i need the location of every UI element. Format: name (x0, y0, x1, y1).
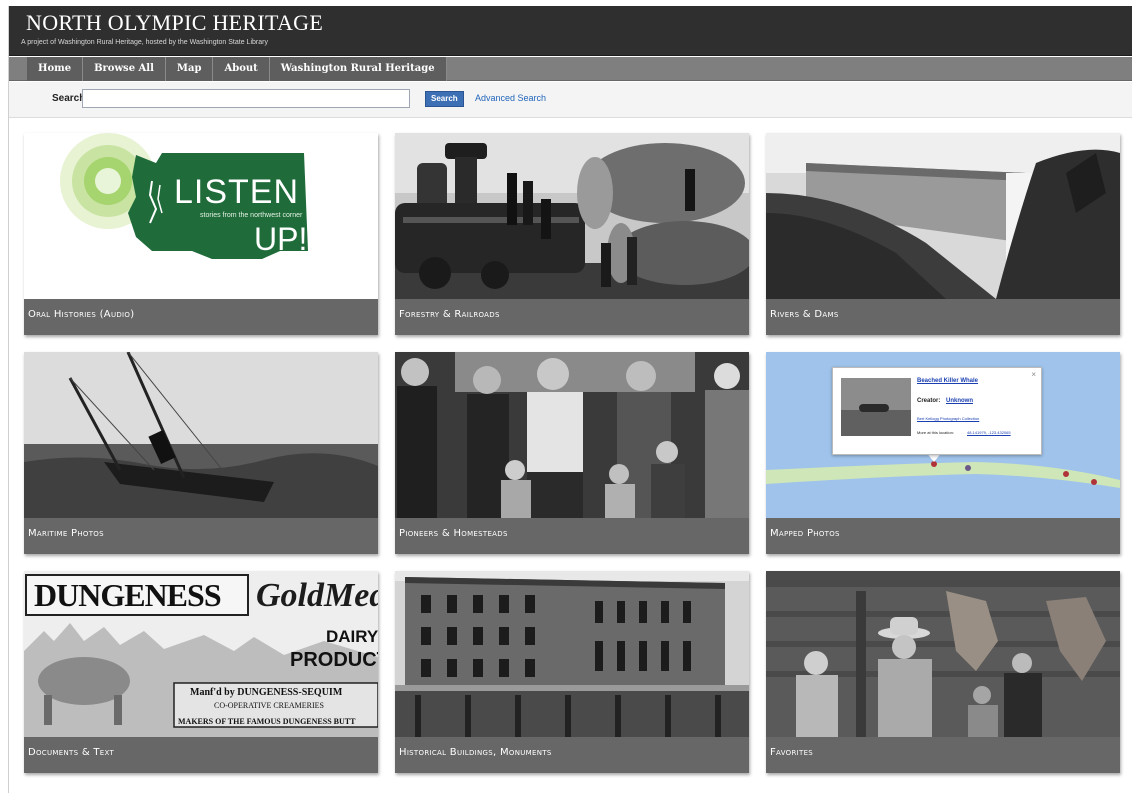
tile-label: Forestry & Railroads (395, 299, 749, 335)
tile-pioneers-homesteads[interactable]: Pioneers & Homesteads (395, 352, 749, 554)
site-header: NORTH OLYMPIC HERITAGE A project of Wash… (9, 6, 1132, 56)
tile-label: Favorites (766, 737, 1120, 773)
tile-maritime-photos[interactable]: Maritime Photos (24, 352, 378, 554)
nav-item-home[interactable]: Home (27, 57, 84, 81)
map-popup: Beached Killer Whale Creator: Unknown Be… (832, 367, 1042, 455)
search-bar: Search Search Advanced Search (9, 82, 1132, 118)
map-popup-creator-label: Creator: (917, 398, 941, 404)
historical-building-photo (395, 571, 749, 737)
tile-rivers-dams[interactable]: Rivers & Dams (766, 133, 1120, 335)
tile-label: Oral Histories (Audio) (24, 299, 378, 335)
nav-item-about[interactable]: About (213, 57, 270, 81)
documents-goldmed-word: GoldMed (256, 577, 378, 614)
map-popup-location-label: More at this location: (917, 430, 954, 435)
map-preview: Beached Killer Whale Creator: Unknown Be… (766, 352, 1120, 518)
up-word: UP! (254, 221, 308, 257)
map-popup-thumbnail (841, 378, 911, 436)
close-icon[interactable]: × (1031, 370, 1036, 379)
documents-makers-line: MAKERS OF THE FAMOUS DUNGENESS BUTT (178, 717, 356, 726)
pioneers-photo (395, 352, 749, 518)
tile-favorites[interactable]: Favorites (766, 571, 1120, 773)
documents-dungeness-word: DUNGENESS (34, 577, 222, 613)
search-label: Search (52, 93, 86, 104)
rivers-dams-photo (766, 133, 1120, 299)
site-title[interactable]: NORTH OLYMPIC HERITAGE (26, 10, 323, 36)
documents-image: DUNGENESS GoldMed DAIRY PRODUCT Manf'd b… (24, 571, 378, 737)
tile-label: Rivers & Dams (766, 299, 1120, 335)
tile-forestry-railroads[interactable]: Forestry & Railroads (395, 133, 749, 335)
listen-word: LISTEN (174, 173, 300, 211)
documents-maker-line: Manf'd by DUNGENESS-SEQUIM (190, 687, 343, 698)
map-popup-title[interactable]: Beached Killer Whale (917, 378, 978, 384)
tile-oral-histories[interactable]: LISTEN stories from the northwest corner… (24, 133, 378, 335)
documents-dairy-line: DAIRY (326, 627, 378, 646)
tile-label: Pioneers & Homesteads (395, 518, 749, 554)
map-popup-collection[interactable]: Bert Kellogg Photograph Collection (917, 416, 979, 421)
tile-mapped-photos[interactable]: Beached Killer Whale Creator: Unknown Be… (766, 352, 1120, 554)
nav-item-map[interactable]: Map (165, 57, 214, 81)
nav-item-washington-rural-heritage[interactable]: Washington Rural Heritage (269, 57, 447, 81)
map-popup-creator-value[interactable]: Unknown (946, 398, 973, 404)
listen-up-logo: LISTEN stories from the northwest corner… (24, 133, 378, 299)
nav-item-browse-all[interactable]: Browse All (83, 57, 166, 81)
forestry-photo (395, 133, 749, 299)
documents-cooperative-line: CO-OPERATIVE CREAMERIES (214, 701, 325, 710)
page: NORTH OLYMPIC HERITAGE A project of Wash… (8, 6, 1132, 793)
advanced-search-link[interactable]: Advanced Search (475, 93, 546, 103)
documents-product-line: PRODUCT (290, 649, 378, 671)
favorites-photo (766, 571, 1120, 737)
search-button[interactable]: Search (425, 91, 464, 107)
listen-tagline: stories from the northwest corner (200, 212, 303, 219)
tile-label: Historical Buildings, Monuments (395, 737, 749, 773)
map-popup-location-value[interactable]: 48.141979, -123.432065 (967, 430, 1011, 435)
site-subtitle: A project of Washington Rural Heritage, … (21, 39, 268, 46)
tile-label: Mapped Photos (766, 518, 1120, 554)
maritime-photo (24, 352, 378, 518)
search-input[interactable] (82, 89, 410, 108)
tile-documents-text[interactable]: DUNGENESS GoldMed DAIRY PRODUCT Manf'd b… (24, 571, 378, 773)
main-nav: Home Browse All Map About Washington Rur… (9, 57, 1132, 81)
tile-label: Documents & Text (24, 737, 378, 773)
tile-label: Maritime Photos (24, 518, 378, 554)
tile-historical-buildings[interactable]: Historical Buildings, Monuments (395, 571, 749, 773)
